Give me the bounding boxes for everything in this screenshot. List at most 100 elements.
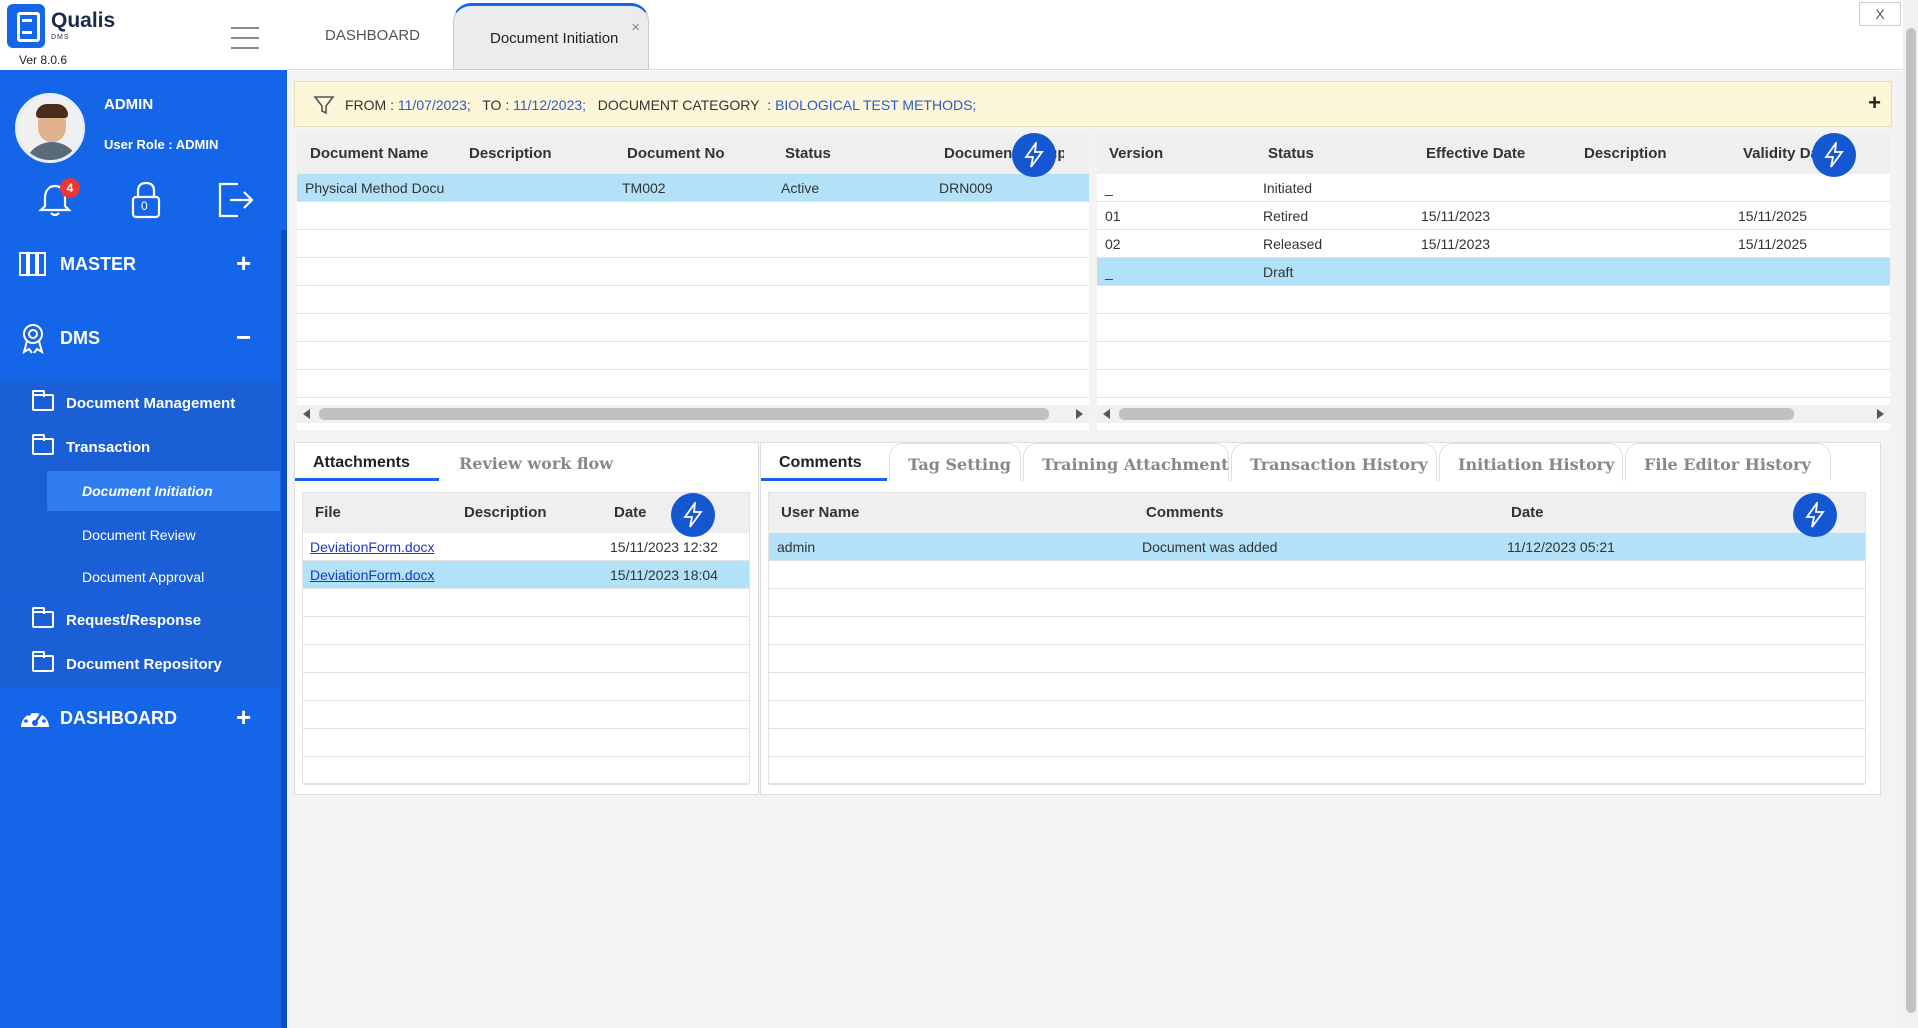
dms-collapse-icon[interactable]: −: [236, 322, 251, 353]
scroll-thumb[interactable]: [1906, 28, 1916, 1013]
table-row[interactable]: 01 Retired 15/11/2023 15/11/2025: [1097, 202, 1890, 230]
scroll-thumb[interactable]: [319, 408, 1049, 420]
nav-dashboard[interactable]: DASHBOARD +: [0, 690, 287, 750]
filter-to-value: 11/12/2023;: [513, 97, 587, 113]
hamburger-menu-icon[interactable]: [231, 27, 259, 50]
nav-dms[interactable]: DMS −: [0, 310, 287, 370]
tab-document-initiation-label: Document Initiation: [490, 30, 619, 47]
table-row[interactable]: _ Initiated: [1097, 174, 1890, 202]
nav-request-response[interactable]: Request/Response: [0, 599, 280, 643]
dashboard-expand-icon[interactable]: +: [236, 702, 251, 733]
col-description[interactable]: Description: [469, 145, 552, 162]
cell-status: Released: [1263, 236, 1323, 252]
table-row: [769, 645, 1865, 673]
nav-document-management[interactable]: Document Management: [0, 382, 280, 426]
file-link[interactable]: DeviationForm.docx: [310, 539, 435, 555]
cell-status: Draft: [1263, 264, 1294, 280]
col-date[interactable]: Date: [1511, 504, 1544, 521]
tab-comments[interactable]: Comments: [761, 443, 887, 481]
tab-transaction-history-label: Transaction History: [1250, 455, 1428, 474]
col-file[interactable]: File: [315, 504, 341, 521]
filter-from-label: FROM: [345, 97, 387, 113]
nav-document-review-label: Document Review: [82, 527, 196, 543]
col-document-no[interactable]: Document No: [627, 145, 725, 162]
file-link-text[interactable]: DeviationForm.docx: [310, 539, 435, 555]
col-document-name[interactable]: Document Name: [310, 145, 428, 162]
tab-attachments-label: Attachments: [313, 454, 410, 471]
nav-document-approval[interactable]: Document Approval: [47, 557, 280, 597]
logout-icon[interactable]: [216, 181, 256, 219]
sidebar: Qualis DMS Ver 8.0.6 ADMIN User Role : A…: [0, 0, 287, 1028]
table-row: [769, 673, 1865, 701]
nav-transaction[interactable]: Transaction: [0, 426, 280, 470]
tab-dashboard-label: DASHBOARD: [325, 27, 421, 44]
filter-from-value: 11/07/2023;: [397, 97, 471, 113]
file-link[interactable]: DeviationForm.docx: [310, 567, 435, 583]
tab-training-attachment[interactable]: Training Attachment: [1023, 443, 1229, 481]
table-row[interactable]: 02 Released 15/11/2023 15/11/2025: [1097, 230, 1890, 258]
table-row: [303, 729, 749, 757]
tab-transaction-history[interactable]: Transaction History: [1231, 443, 1437, 481]
filter-to-label: TO: [482, 97, 502, 113]
cell-date: 15/11/2023 18:04: [610, 567, 718, 583]
scroll-left-icon[interactable]: [303, 409, 310, 419]
cell-effective-date: 15/11/2023: [1421, 208, 1491, 224]
col-description[interactable]: Description: [464, 504, 547, 521]
col-version[interactable]: Version: [1109, 145, 1163, 162]
attachments-action-button[interactable]: [671, 493, 715, 537]
col-user-name[interactable]: User Name: [781, 504, 859, 521]
tab-file-editor-history-label: File Editor History: [1644, 455, 1811, 474]
tab-comments-label: Comments: [779, 454, 862, 471]
filter-icon[interactable]: [313, 94, 335, 116]
col-description[interactable]: Description: [1584, 145, 1667, 162]
scroll-right-icon[interactable]: [1076, 409, 1083, 419]
col-effective-date[interactable]: Effective Date: [1426, 145, 1525, 162]
tab-close-icon[interactable]: ×: [631, 19, 640, 36]
versions-action-button[interactable]: [1812, 133, 1856, 177]
documents-hscrollbar[interactable]: [297, 405, 1089, 423]
nav-document-repository[interactable]: Document Repository: [0, 643, 280, 687]
table-row[interactable]: DeviationForm.docx 15/11/2023 18:04: [303, 561, 749, 589]
comments-grid-header: User Name Comments Date: [769, 493, 1865, 533]
nav-dms-label: DMS: [60, 328, 100, 348]
col-status[interactable]: Status: [1268, 145, 1314, 162]
tab-attachments[interactable]: Attachments: [295, 443, 439, 481]
scroll-thumb[interactable]: [1119, 408, 1794, 420]
table-row[interactable]: Physical Method Docu TM002 Active DRN009: [297, 174, 1089, 202]
master-expand-icon[interactable]: +: [236, 248, 251, 279]
tab-review-work-flow[interactable]: Review work flow: [441, 443, 621, 481]
table-row[interactable]: _ Draft: [1097, 258, 1890, 286]
col-status[interactable]: Status: [785, 145, 831, 162]
file-link-text[interactable]: DeviationForm.docx: [310, 567, 435, 583]
nav-master-label: MASTER: [60, 254, 136, 274]
cell-version: _: [1105, 264, 1113, 280]
table-row: [769, 757, 1865, 785]
scroll-left-icon[interactable]: [1103, 409, 1110, 419]
tab-initiation-history[interactable]: Initiation History: [1439, 443, 1623, 481]
comments-action-button[interactable]: [1793, 493, 1837, 537]
versions-hscrollbar[interactable]: [1097, 405, 1890, 423]
filter-add-button[interactable]: +: [1868, 90, 1881, 116]
tab-tag-setting[interactable]: Tag Setting: [889, 443, 1021, 481]
folder-icon: [32, 651, 54, 672]
nav-master[interactable]: MASTER +: [0, 236, 287, 296]
nav-document-review[interactable]: Document Review: [47, 515, 280, 555]
table-row[interactable]: DeviationForm.docx 15/11/2023 12:32: [303, 533, 749, 561]
tab-file-editor-history[interactable]: File Editor History: [1625, 443, 1831, 481]
attachments-grid: File Description Date DeviationForm.docx…: [302, 492, 750, 785]
tabs-row: DASHBOARD Document Initiation ×: [288, 0, 1918, 70]
nav-document-initiation[interactable]: Document Initiation: [47, 471, 280, 511]
col-date[interactable]: Date: [614, 504, 647, 521]
table-row[interactable]: admin Document was added 11/12/2023 05:2…: [769, 533, 1865, 561]
page-vscrollbar[interactable]: [1903, 0, 1918, 1028]
col-comments[interactable]: Comments: [1146, 504, 1224, 521]
table-row: [303, 673, 749, 701]
documents-action-button[interactable]: [1012, 133, 1056, 177]
filter-category-label: DOCUMENT CATEGORY: [597, 97, 760, 113]
table-row: [303, 757, 749, 785]
window-close-button[interactable]: X: [1859, 2, 1901, 26]
scroll-right-icon[interactable]: [1877, 409, 1884, 419]
sidebar-scrollbar[interactable]: [281, 230, 287, 1028]
tab-dashboard[interactable]: DASHBOARD: [288, 0, 453, 70]
tab-document-initiation[interactable]: Document Initiation ×: [453, 3, 649, 70]
